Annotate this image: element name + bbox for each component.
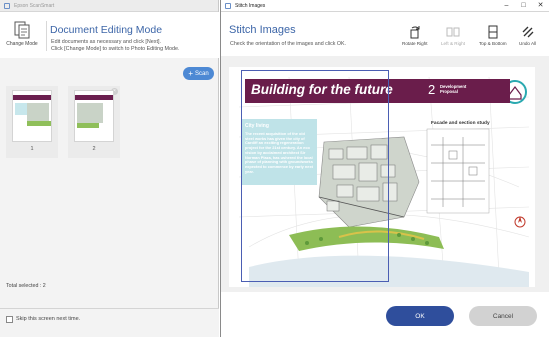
scansmart-window: Epson ScanSmart Change Mode Document Edi… [0,0,219,337]
mode-desc-line1: Edit documents as necessary and click [N… [51,39,161,45]
rotate-right-button[interactable]: Rotate Right [402,25,428,46]
left-right-label: Left & Right [441,41,466,46]
maximize-button[interactable]: □ [515,0,532,12]
mode-desc-line2: Click [Change Mode] to switch to Photo E… [51,45,180,52]
top-bottom-label: Top & Bottom [479,41,507,46]
top-bottom-icon [488,25,498,39]
left-right-icon [446,27,460,37]
undo-all-label: Undo All [519,41,537,46]
left-right-button[interactable]: Left & Right [441,25,465,46]
cancel-button[interactable]: Cancel [469,306,537,326]
stitch-preview-area: Building for the future 2 Development Pr… [221,56,549,292]
top-bottom-button[interactable]: Top & Bottom [479,25,507,46]
thumbnail-2[interactable]: × 2 [68,86,120,158]
minimize-button[interactable]: – [498,0,515,12]
app-icon [225,2,231,9]
page-banner-subtitle: Development Proposal [440,84,466,94]
rotate-right-label: Rotate Right [402,41,428,46]
thumbnail-page-image [74,90,114,142]
thumbnail-1[interactable]: 1 [6,86,58,158]
total-selected-text: Total selected : 2 [6,283,46,289]
change-mode-icon [14,21,30,39]
scansmart-titlebar: Epson ScanSmart [0,0,218,12]
app-icon [4,2,10,9]
page-banner-number: 2 [428,82,436,97]
scan-button[interactable]: + Scan [183,67,214,80]
window-title: Stitch Images [235,2,266,9]
skip-row: Skip this screen next time. [0,308,219,337]
banner-subtitle-line2: Proposal [440,89,458,94]
divider [46,21,47,51]
skip-label: Skip this screen next time. [16,316,81,322]
scan-label: Scan [194,70,209,77]
undo-all-button[interactable]: Undo All [519,25,536,46]
stitch-heading: Stitch Images [229,24,296,36]
thumbnail-list: 1 × 2 [6,86,122,162]
plus-icon: + [188,68,193,78]
window-title: Epson ScanSmart [14,2,55,9]
mode-bar: Change Mode Document Editing Mode Edit d… [0,12,219,58]
window-controls: – □ ✕ [498,0,549,12]
rotate-right-icon [410,26,420,39]
stitch-images-window: Stitch Images – □ ✕ Stitch Images Check … [220,0,549,337]
close-button[interactable]: ✕ [532,0,549,12]
page-selection-frame[interactable] [241,70,389,282]
stitch-titlebar: Stitch Images – □ ✕ [221,0,549,12]
thumbnail-number: 2 [92,146,96,152]
mode-description: Edit documents as necessary and click [N… [51,39,217,52]
undo-all-icon [522,26,534,38]
ok-button[interactable]: OK [386,306,454,326]
dialog-footer: OK Cancel [221,292,549,337]
stitched-page-preview: Building for the future 2 Development Pr… [229,67,535,287]
change-mode-label: Change Mode [6,41,38,47]
mode-title: Document Editing Mode [50,24,163,36]
facade-heading: Facade and section study [431,121,490,126]
skip-checkbox[interactable] [6,316,13,323]
change-mode-button[interactable]: Change Mode [4,18,40,54]
stitch-subheading: Check the orientation of the images and … [230,41,347,47]
thumbnail-number: 1 [30,146,34,152]
thumbnail-page-image [12,90,52,142]
